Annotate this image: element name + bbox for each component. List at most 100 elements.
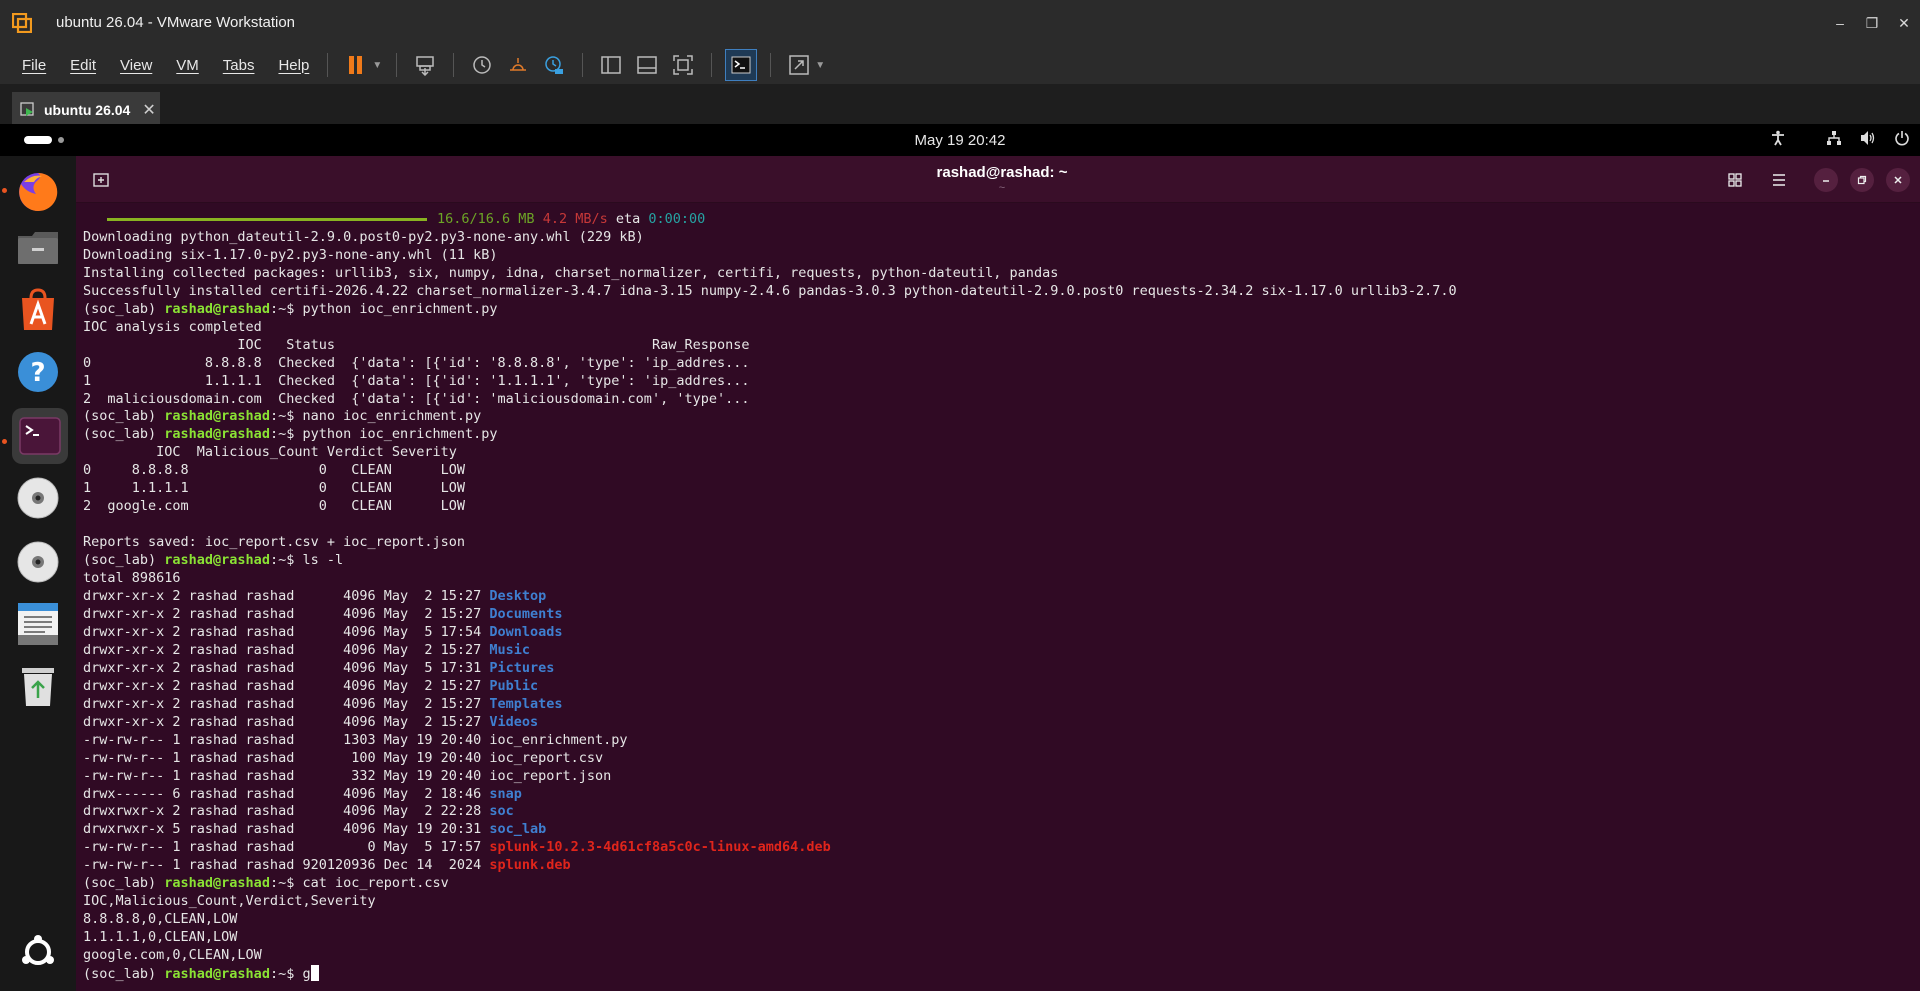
stretch-dropdown-icon[interactable]: ▼ (815, 60, 825, 71)
vm-tab-close-button[interactable]: ✕ (142, 100, 155, 120)
trash-icon[interactable] (14, 662, 62, 710)
command-text: python ioc_enrichment.py (302, 426, 498, 443)
prompt-env: (soc_lab) (83, 408, 165, 425)
output-line: total 898616 (83, 570, 181, 587)
ls-row: drwxr-xr-x 2 rashad rashad 4096 May 2 15… (83, 714, 1457, 732)
console-view-icon[interactable] (725, 49, 758, 81)
output-line: 2 google.com 0 CLEAN LOW (83, 498, 466, 515)
close-button[interactable]: ✕ (1888, 0, 1920, 46)
ls-row-name: ioc_enrichment.py (489, 731, 628, 748)
output-line: 1.1.1.1,0,CLEAN,LOW (83, 929, 238, 946)
network-icon[interactable] (1826, 130, 1842, 146)
snapshot-manager-icon[interactable] (539, 50, 569, 80)
typed-input[interactable]: g (302, 966, 310, 982)
revert-snapshot-icon[interactable] (503, 50, 533, 80)
ls-row: drwxr-xr-x 2 rashad rashad 4096 May 2 15… (83, 642, 1457, 660)
terminal-minimize-icon[interactable] (1814, 168, 1838, 192)
disc-icon[interactable] (14, 474, 62, 522)
volume-icon[interactable] (1860, 130, 1876, 146)
suspend-dropdown-icon[interactable]: ▼ (372, 60, 382, 71)
ls-row-meta: -rw-rw-r-- 1 rashad rashad 920120936 Dec… (83, 857, 490, 874)
terminal-output[interactable]: 16.6/16.6 MB 4.2 MB/s eta 0:00:00 Downloa… (76, 203, 1920, 991)
menu-file[interactable]: File (22, 57, 46, 74)
prompt-env: (soc_lab) (83, 875, 165, 892)
maximize-button[interactable]: ❐ (1856, 0, 1888, 46)
ls-row: drwxr-xr-x 2 rashad rashad 4096 May 2 15… (83, 606, 1457, 624)
prompt-user: rashad@rashad (164, 408, 270, 425)
toolbar-separator (711, 53, 713, 77)
prompt-line: (soc_lab) rashad@rashad:~$ cat ioc_repor… (83, 875, 1457, 893)
terminal-icon[interactable] (12, 408, 68, 464)
vm-running-icon (20, 101, 34, 116)
toolbar-separator (582, 53, 584, 77)
power-icon[interactable] (1894, 130, 1910, 146)
output-line: IOC Malicious_Count Verdict Severity (83, 444, 457, 461)
output-line: IOC analysis completed (83, 318, 262, 335)
vm-tab-ubuntu[interactable]: ubuntu 26.04 ✕ (12, 92, 160, 124)
show-apps-icon[interactable] (14, 928, 62, 976)
ls-row: drwxr-xr-x 2 rashad rashad 4096 May 5 17… (83, 624, 1457, 642)
files-icon[interactable] (14, 224, 62, 272)
ls-row: drwxr-xr-x 2 rashad rashad 4096 May 2 15… (83, 696, 1457, 714)
progress-eta: 0:00:00 (648, 211, 706, 227)
menu-view[interactable]: View (120, 57, 152, 74)
prompt-user: rashad@rashad (164, 426, 270, 443)
stretch-guest-icon[interactable] (784, 50, 814, 80)
clock[interactable]: May 19 20:42 (0, 132, 1920, 149)
ls-row: drwxr-xr-x 2 rashad rashad 4096 May 5 17… (83, 660, 1457, 678)
output-line: IOC Status Raw_Response (83, 336, 750, 353)
progress-line: 16.6/16.6 MB 4.2 MB/s eta 0:00:00 (83, 211, 1457, 229)
text-editor-icon[interactable] (14, 600, 62, 648)
ls-row-name: Public (489, 677, 539, 694)
menu-vm[interactable]: VM (176, 57, 199, 74)
progress-size: 16.6/16.6 MB (437, 211, 535, 227)
output-line: IOC,Malicious_Count,Verdict,Severity (83, 893, 376, 910)
svg-text:?: ? (30, 358, 45, 388)
firefox-icon[interactable] (14, 168, 62, 216)
window-title: ubuntu 26.04 - VMware Workstation (56, 14, 296, 31)
show-library-icon[interactable] (596, 50, 626, 80)
vmware-logo-icon (12, 13, 32, 33)
terminal-headerbar: rashad@rashad: ~ ~ (76, 156, 1920, 203)
ls-row-name: soc (489, 803, 514, 820)
system-tray[interactable] (1752, 130, 1910, 146)
ls-row: drwxr-xr-x 2 rashad rashad 4096 May 2 15… (83, 678, 1457, 696)
terminal-maximize-icon[interactable] (1850, 168, 1874, 192)
prompt-path: :~$ (269, 552, 303, 569)
menu-help[interactable]: Help (278, 57, 309, 74)
tab-overview-icon[interactable] (1722, 167, 1748, 193)
ls-row: -rw-rw-r-- 1 rashad rashad 920120936 Dec… (83, 857, 1457, 875)
minimize-button[interactable]: – (1824, 0, 1856, 46)
suspend-icon[interactable] (341, 50, 371, 80)
prompt-path: :~$ (269, 300, 303, 317)
ls-row-name: splunk.deb (489, 857, 571, 874)
terminal-close-icon[interactable] (1886, 168, 1910, 192)
disc-icon[interactable] (14, 538, 62, 586)
output-line: Downloading python_dateutil-2.9.0.post0-… (83, 228, 644, 245)
help-icon[interactable]: ? (14, 348, 62, 396)
prompt-user: rashad@rashad (164, 966, 270, 983)
ls-row-name: Templates (489, 695, 563, 712)
command-text: ls -l (302, 552, 344, 569)
output-line: 0 8.8.8.8 0 CLEAN LOW (83, 462, 466, 479)
text-cursor (310, 965, 319, 982)
accessibility-icon[interactable] (1770, 130, 1786, 146)
menu-tabs[interactable]: Tabs (223, 57, 255, 74)
hamburger-menu-icon[interactable] (1766, 167, 1792, 193)
prompt-user: rashad@rashad (164, 552, 270, 569)
thumbnail-bar-icon[interactable] (632, 50, 662, 80)
snapshot-icon[interactable] (467, 50, 497, 80)
full-screen-icon[interactable] (668, 50, 698, 80)
toolbar-separator (327, 53, 329, 77)
terminal-title: rashad@rashad: ~ (936, 164, 1068, 181)
prompt-env: (soc_lab) (83, 552, 165, 569)
ls-row: drwxrwxr-x 5 rashad rashad 4096 May 19 2… (83, 821, 1457, 839)
ls-row-name: Videos (489, 713, 539, 730)
send-ctrl-alt-del-icon[interactable] (410, 50, 440, 80)
ls-row: drwx------ 6 rashad rashad 4096 May 2 18… (83, 786, 1457, 804)
output-line: Downloading six-1.17.0-py2.py3-none-any.… (83, 246, 498, 263)
menu-edit[interactable]: Edit (70, 57, 96, 74)
app-center-icon[interactable] (14, 286, 62, 334)
command-text: cat ioc_report.csv (302, 875, 449, 892)
prompt-line-current[interactable]: (soc_lab) rashad@rashad:~$ g (83, 965, 1457, 984)
